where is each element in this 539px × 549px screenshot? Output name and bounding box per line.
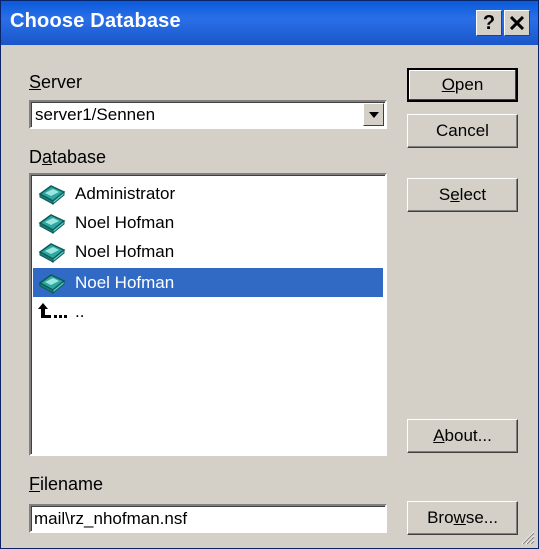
list-item-selected[interactable]: Noel Hofman	[33, 268, 383, 297]
window-title: Choose Database	[10, 10, 181, 32]
filename-field-frame	[29, 504, 387, 533]
close-icon	[510, 16, 524, 30]
about-button[interactable]: About...	[407, 419, 518, 453]
filename-input[interactable]	[34, 509, 374, 529]
select-button[interactable]: Se lect	[407, 178, 518, 212]
database-list[interactable]: Administrator Noel Hofman Noel Hofman No…	[29, 173, 387, 456]
list-item[interactable]: Noel Hofman	[33, 208, 383, 237]
choose-database-dialog: Choose Database ? Server server1/Sennen …	[0, 0, 539, 549]
database-icon	[38, 184, 66, 205]
server-label: Server	[29, 72, 83, 92]
help-button[interactable]: ?	[476, 10, 502, 36]
close-button[interactable]	[504, 10, 530, 36]
list-item-parent[interactable]: ..	[33, 297, 383, 326]
list-item[interactable]: Noel Hofman	[33, 237, 383, 266]
filename-label: Filename	[29, 474, 104, 494]
cancel-button[interactable]: Cancel	[407, 114, 518, 148]
database-icon	[38, 242, 66, 263]
parent-folder-icon	[38, 302, 67, 318]
database-label: Database	[29, 147, 107, 167]
help-icon: ?	[482, 11, 496, 34]
database-icon	[38, 213, 66, 234]
open-button[interactable]: Open	[407, 68, 518, 102]
server-combobox[interactable]: server1/Sennen	[29, 100, 387, 129]
server-dropdown-button[interactable]	[363, 103, 384, 126]
server-value: server1/Sennen	[35, 105, 156, 124]
resize-grip-icon[interactable]	[519, 529, 535, 545]
database-icon	[38, 273, 66, 294]
browse-button[interactable]: Bro w se...	[407, 501, 518, 535]
title-bar[interactable]: Choose Database ?	[1, 1, 538, 45]
chevron-down-icon	[368, 111, 379, 118]
list-item[interactable]: Administrator	[33, 179, 383, 208]
